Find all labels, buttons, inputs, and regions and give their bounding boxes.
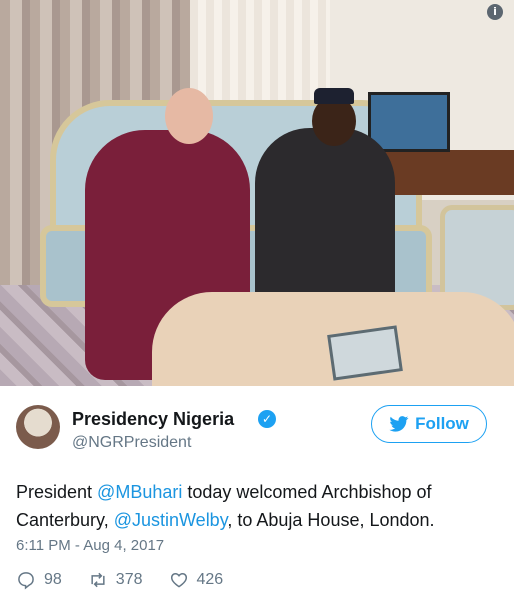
mention-link-justinwelby[interactable]: @JustinWelby <box>114 510 228 530</box>
tweet-timestamp[interactable]: 6:11 PM - Aug 4, 2017 <box>16 537 164 554</box>
verified-badge-icon: ✓ <box>258 410 276 428</box>
heart-icon <box>170 572 187 588</box>
desk <box>385 150 514 195</box>
reply-count: 98 <box>44 571 62 588</box>
computer-monitor <box>368 92 450 152</box>
twitter-bird-icon <box>389 416 409 432</box>
reply-icon <box>18 572 34 590</box>
tray <box>327 325 403 381</box>
president-figure <box>255 128 395 313</box>
president-cap <box>314 88 354 104</box>
info-icon[interactable]: i <box>487 4 503 20</box>
user-handle[interactable]: @NGRPresident <box>72 434 191 452</box>
tweet-photo[interactable]: i <box>0 0 514 386</box>
retweet-count: 378 <box>115 571 143 588</box>
retweet-action[interactable]: 378 <box>88 570 143 590</box>
archbishop-head <box>165 88 213 144</box>
tweet-text: President @MBuhari today welcomed Archbi… <box>16 478 500 534</box>
tweet-actions: 98 378 426 <box>16 570 223 590</box>
follow-label: Follow <box>415 414 469 433</box>
tweet-text-prefix: President <box>16 482 98 502</box>
tweet-text-suffix: , to Abuja House, London. <box>227 510 435 530</box>
display-name[interactable]: Presidency Nigeria <box>72 409 234 430</box>
follow-button[interactable]: Follow <box>371 405 487 443</box>
mention-link-mbuhari[interactable]: @MBuhari <box>97 482 182 502</box>
avatar[interactable] <box>16 405 60 449</box>
embedded-tweet-card: i Presidency Nigeria ✓ @NGRPresident Fol… <box>0 0 514 610</box>
retweet-icon <box>91 572 105 588</box>
like-count: 426 <box>196 571 224 588</box>
reply-action[interactable]: 98 <box>16 570 62 590</box>
like-action[interactable]: 426 <box>169 570 224 590</box>
